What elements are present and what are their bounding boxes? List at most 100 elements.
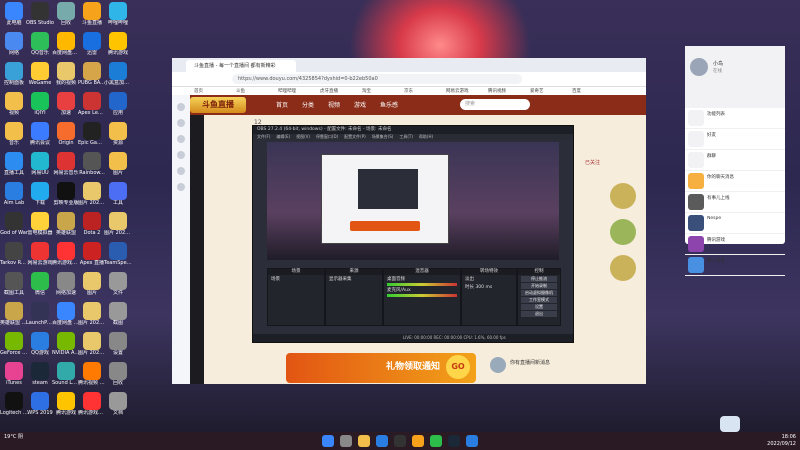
desktop-icon[interactable]: Sound Lock <box>52 362 80 386</box>
site-logo[interactable]: 斗鱼直播 <box>190 97 246 113</box>
desktop-icon[interactable]: TeamSpeak <box>104 242 132 266</box>
desktop-icon[interactable]: 英雄联盟 <box>54 212 78 236</box>
desktop-icon[interactable]: 哔哩哔哩 <box>106 2 130 26</box>
desktop-icon[interactable]: 雷电模拟器 <box>27 212 53 236</box>
sidebar-icon[interactable] <box>177 135 185 143</box>
avatar[interactable] <box>690 58 708 76</box>
desktop-icon[interactable]: 截图工具 <box>2 272 26 296</box>
gift-banner[interactable]: 礼物领取通知 GO <box>286 353 476 383</box>
bookmark-item[interactable]: 淘宝 <box>362 88 371 94</box>
desktop-icon[interactable]: OBS Studio <box>26 2 54 26</box>
desktop-icon[interactable]: 腾讯会议 <box>28 122 52 146</box>
desktop-icon[interactable]: steam <box>28 362 52 386</box>
desktop-icon[interactable]: Apex Legends <box>78 92 106 116</box>
nav-video[interactable]: 视频 <box>328 100 340 109</box>
desktop-icon[interactable]: Origin <box>54 122 78 146</box>
desktop-icon[interactable]: 腾讯游戏平台 <box>78 392 106 416</box>
list-item[interactable]: 好友 <box>685 129 785 150</box>
list-item[interactable]: 你的聊天消息 <box>685 171 785 192</box>
obs-control-button[interactable]: 工作室模式 <box>521 297 557 303</box>
desktop-icon[interactable]: 下载 <box>28 182 52 206</box>
obs-control-button[interactable]: 启动虚拟摄像机 <box>521 290 557 296</box>
desktop-icon[interactable]: QQ游戏 <box>28 332 52 356</box>
clock[interactable]: 18:06 2022/09/12 <box>767 434 796 448</box>
source-item[interactable]: 显示器采集 <box>326 275 382 283</box>
desktop-icon[interactable]: WPS 2019 <box>27 392 53 416</box>
list-item[interactable]: Nespe <box>685 213 785 234</box>
obs-control-button[interactable]: 停止推流 <box>521 276 557 282</box>
desktop-icon[interactable]: Tarkov Reader <box>0 242 28 266</box>
nav-game[interactable]: 游戏 <box>354 100 366 109</box>
desktop-icon[interactable]: 英雄联盟 WeGame版 <box>0 302 28 326</box>
desktop-icon[interactable]: Logitech G HUB <box>0 392 28 416</box>
desktop-icon[interactable]: 资源 <box>106 122 130 146</box>
desktop-icon[interactable]: 图片 20220825... <box>78 302 106 326</box>
sidebar-icon[interactable] <box>177 151 185 159</box>
desktop-icon[interactable]: iQIYI <box>28 92 52 116</box>
desktop-icon[interactable]: 腾讯视频 平台 <box>78 362 106 386</box>
list-item[interactable]: 有事儿上线 <box>685 192 785 213</box>
weather-widget[interactable]: 19°C 阴 <box>4 434 23 441</box>
desktop-icon[interactable]: GeForce Experience <box>0 332 28 356</box>
desktop-icon[interactable]: 回收 <box>106 362 130 386</box>
obs-menu-item[interactable]: 工具(T) <box>399 134 413 139</box>
desktop-icon[interactable]: 工具 <box>106 182 130 206</box>
desktop-icon[interactable]: 视频 <box>2 92 26 116</box>
obs-control-button[interactable]: 退出 <box>521 311 557 317</box>
desktop-icon[interactable]: iTunes <box>2 362 26 386</box>
desktop-icon[interactable]: 图片 20220825... <box>78 332 106 356</box>
desktop-icon[interactable]: 图片 <box>106 152 130 176</box>
transition-select[interactable]: 淡出 <box>462 275 516 283</box>
desktop-icon[interactable]: 此电脑 <box>2 2 26 26</box>
douyu-taskbar-icon[interactable] <box>412 435 424 447</box>
streamer-avatar[interactable] <box>490 357 506 373</box>
desktop-icon[interactable]: Aim Lab <box>2 182 26 206</box>
desktop-icon[interactable]: 网易云游戏 <box>27 242 53 266</box>
desktop-icon[interactable]: 迅雷 <box>80 32 104 56</box>
desktop-icon[interactable]: Apex 直播 <box>80 242 104 266</box>
desktop-icon[interactable]: 剪映专业版 <box>53 182 79 206</box>
bookmark-item[interactable]: 哔哩哔哩 <box>278 88 296 94</box>
bookmark-item[interactable]: 斗鱼 <box>236 88 245 94</box>
desktop-icon[interactable]: 斗鱼直播 <box>80 2 104 26</box>
desktop-icon[interactable]: 应用 <box>106 92 130 116</box>
wechat-taskbar-icon[interactable] <box>430 435 442 447</box>
site-search-input[interactable]: 搜索 <box>460 99 530 110</box>
bookmark-item[interactable]: 虎牙直播 <box>320 88 338 94</box>
desktop-icon[interactable]: Rainbow... <box>79 152 105 176</box>
list-item[interactable]: 功能列表 <box>685 108 785 129</box>
nav-fun[interactable]: 鱼乐感 <box>380 100 398 109</box>
bookmark-item[interactable]: 京东 <box>404 88 413 94</box>
list-item[interactable]: 新人消息 <box>685 255 785 276</box>
desktop-icon[interactable]: 腾讯游戏 <box>54 392 78 416</box>
desktop-icon[interactable]: 我的视频 <box>54 62 78 86</box>
desktop-icon[interactable]: 加速 <box>54 92 78 116</box>
desktop-icon[interactable]: 百度网盘大作 <box>52 32 80 56</box>
obs-menu-item[interactable]: 文件(F) <box>257 134 270 139</box>
file-explorer-icon[interactable] <box>358 435 370 447</box>
desktop-icon[interactable]: LaunchPad 快捷方式 <box>26 302 54 326</box>
steam-taskbar-icon[interactable] <box>448 435 460 447</box>
obs-menu-item[interactable]: 配置文件(P) <box>344 134 366 139</box>
sidebar-icon[interactable] <box>177 183 185 191</box>
bookmark-item[interactable]: 腾讯视频 <box>488 88 506 94</box>
desktop-icon[interactable]: 腾讯游戏 <box>106 32 130 56</box>
desktop-icon[interactable]: WeGame <box>28 62 52 86</box>
start-icon[interactable] <box>322 435 334 447</box>
desktop-icon[interactable]: 网络加速 <box>54 272 78 296</box>
desktop-icon[interactable]: 网易云音乐 <box>53 152 79 176</box>
url-field[interactable]: https://www.douyu.com/4325854?dyshid=0-b… <box>232 74 522 84</box>
mascot-icon[interactable] <box>720 416 740 432</box>
desktop-icon[interactable]: Dota 2 <box>80 212 104 236</box>
bookmark-item[interactable]: 爱奇艺 <box>530 88 544 94</box>
sidebar-icon[interactable] <box>177 103 185 111</box>
bookmark-item[interactable]: 网易云游戏 <box>446 88 469 94</box>
desktop-icon[interactable]: 控制面板 <box>2 62 26 86</box>
obs-taskbar-icon[interactable] <box>394 435 406 447</box>
sidebar-icon[interactable] <box>177 167 185 175</box>
go-button[interactable]: GO <box>446 355 470 379</box>
desktop-icon[interactable]: 直播工具 <box>2 152 26 176</box>
desktop-icon[interactable]: 图片 20220825... <box>104 212 132 236</box>
browser-tab[interactable]: 斗鱼直播 - 每一个直播间 都有新精彩 <box>186 60 296 72</box>
desktop-icon[interactable]: 回收 <box>54 2 78 26</box>
